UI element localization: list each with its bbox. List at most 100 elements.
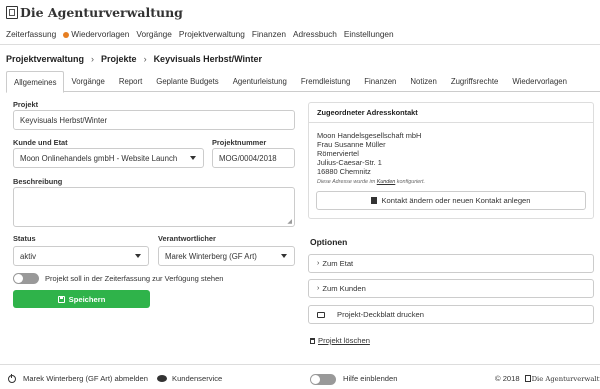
address-note-prefix: Diese Adresse wurde im: [317, 179, 377, 185]
app-title: Die Agenturverwaltung: [20, 5, 183, 20]
notification-dot-icon: [63, 31, 70, 38]
breadcrumb-projekte[interactable]: Projekte: [101, 54, 137, 64]
zum-kunden-label: Zum Kunden: [322, 284, 366, 293]
verantwortlicher-label: Verantwortlicher: [158, 234, 216, 243]
projektnummer-input[interactable]: MOG/0004/2018: [212, 148, 295, 168]
save-button-label: Speichern: [68, 294, 106, 304]
address-contact-panel: Zugeordneter Adresskontakt Moon Handelsg…: [308, 102, 594, 219]
tab-notizen[interactable]: Notizen: [403, 71, 443, 92]
dropdown-caret-icon: [281, 254, 287, 258]
app-header: Die Agenturverwaltung Zeiterfassung Wied…: [0, 0, 600, 46]
tab-fremdleistung[interactable]: Fremdleistung: [294, 71, 357, 92]
top-navigation: Zeiterfassung Wiedervorlagen Vorgänge Pr…: [6, 29, 401, 39]
verantwortlicher-select[interactable]: Marek Winterberg (GF Art): [158, 246, 295, 266]
nav-einstellungen[interactable]: Einstellungen: [344, 29, 394, 39]
chevron-right-icon: ›: [317, 260, 320, 267]
copyright-year: © 2018: [495, 374, 520, 383]
address-book-icon: [371, 197, 378, 204]
projekt-value: Keyvisuals Herbst/Winter: [20, 115, 108, 125]
toggle-knob: [311, 375, 320, 384]
power-icon: [8, 373, 16, 383]
tab-wiedervorlagen[interactable]: Wiedervorlagen: [505, 71, 574, 92]
dropdown-caret-icon: [135, 254, 141, 258]
copyright-text: © 2018 Die Agenturverwaltung: [495, 374, 600, 383]
projekt-label: Projekt: [13, 100, 39, 109]
tab-bar: Allgemeines Vorgänge Report Geplante Bud…: [6, 71, 600, 93]
address-block: Moon Handelsgesellschaft mbH Frau Susann…: [317, 131, 421, 176]
nav-finanzen[interactable]: Finanzen: [252, 29, 286, 39]
nav-zeiterfassung[interactable]: Zeiterfassung: [6, 29, 56, 39]
chevron-right-icon: ›: [91, 54, 95, 64]
kunde-etat-label: Kunde und Etat: [13, 138, 68, 147]
tab-geplante-budgets[interactable]: Geplante Budgets: [149, 71, 225, 92]
breadcrumb-projektverwaltung[interactable]: Projektverwaltung: [6, 54, 84, 64]
beschreibung-label: Beschreibung: [13, 177, 63, 186]
kunden-link[interactable]: Kunden: [377, 179, 396, 185]
change-contact-label: Kontakt ändern oder neuen Kontakt anlege…: [381, 196, 531, 205]
logout-label: Marek Winterberg (GF Art) abmelden: [23, 374, 148, 383]
nav-vorgaenge[interactable]: Vorgänge: [136, 29, 172, 39]
status-value: aktiv: [20, 251, 37, 261]
header-divider: [0, 44, 600, 45]
nav-wiedervorlagen[interactable]: Wiedervorlagen: [63, 29, 129, 39]
zeiterfassung-toggle-label: Projekt soll in der Zeiterfassung zur Ve…: [45, 274, 224, 283]
address-note-suffix: konfiguriert.: [395, 179, 425, 185]
chevron-right-icon: ›: [317, 285, 320, 292]
help-label: Hilfe einblenden: [343, 374, 398, 383]
address-line: Julius-Caesar-Str. 1: [317, 158, 382, 167]
tab-finanzen[interactable]: Finanzen: [357, 71, 403, 92]
footer-brand: Die Agenturverwaltung: [531, 374, 600, 383]
change-contact-button[interactable]: Kontakt ändern oder neuen Kontakt anlege…: [316, 191, 586, 210]
zum-kunden-button[interactable]: › Zum Kunden: [308, 279, 594, 298]
projektnummer-value: MOG/0004/2018: [219, 153, 277, 163]
logout-link[interactable]: Marek Winterberg (GF Art) abmelden: [8, 373, 148, 383]
beschreibung-textarea[interactable]: ◢: [13, 187, 295, 227]
toggle-knob: [14, 274, 23, 283]
print-cover-label: Projekt-Deckblatt drucken: [337, 310, 424, 319]
footer-logo-icon: [524, 375, 531, 382]
breadcrumb-current: Keyvisuals Herbst/Winter: [153, 54, 263, 64]
address-line: Römerviertel: [317, 149, 359, 158]
zeiterfassung-toggle[interactable]: [13, 273, 39, 284]
kundenservice-label: Kundenservice: [172, 374, 223, 383]
logo-icon: [6, 6, 18, 19]
chevron-right-icon: ›: [143, 54, 147, 64]
tab-report[interactable]: Report: [112, 71, 149, 92]
address-note: Diese Adresse wurde im Kunden konfigurie…: [317, 179, 425, 185]
projektnummer-label: Projektnummer: [212, 138, 267, 147]
trash-icon: [310, 338, 315, 344]
nav-wiedervorlagen-label: Wiedervorlagen: [71, 29, 130, 39]
verantwortlicher-value: Marek Winterberg (GF Art): [165, 251, 257, 261]
tab-zugriffsrechte[interactable]: Zugriffsrechte: [444, 71, 506, 92]
help-toggle[interactable]: [310, 374, 336, 385]
breadcrumb: Projektverwaltung › Projekte › Keyvisual…: [6, 54, 262, 64]
tab-agenturleistung[interactable]: Agenturleistung: [226, 71, 294, 92]
delete-project-label: Projekt löschen: [318, 336, 370, 345]
tab-allgemeines[interactable]: Allgemeines: [6, 71, 65, 93]
zum-etat-label: Zum Etat: [322, 259, 354, 268]
address-line: 16880 Chemnitz: [317, 167, 371, 176]
address-line: Moon Handelsgesellschaft mbH: [317, 131, 422, 140]
zum-etat-button[interactable]: › Zum Etat: [308, 254, 594, 273]
printer-icon: [317, 311, 325, 318]
save-button[interactable]: Speichern: [13, 290, 150, 308]
nav-adressbuch[interactable]: Adressbuch: [293, 29, 337, 39]
tab-vorgaenge[interactable]: Vorgänge: [64, 71, 111, 92]
nav-projektverwaltung[interactable]: Projektverwaltung: [179, 29, 245, 39]
kundenservice-link[interactable]: Kundenservice: [157, 374, 222, 383]
resize-handle-icon[interactable]: ◢: [287, 218, 292, 225]
status-select[interactable]: aktiv: [13, 246, 149, 266]
chat-bubble-icon: [157, 375, 167, 382]
projekt-input[interactable]: Keyvisuals Herbst/Winter: [13, 110, 295, 130]
address-line: Frau Susanne Müller: [317, 140, 386, 149]
kunde-etat-select[interactable]: Moon Onlinehandels gmbH - Website Launch: [13, 148, 204, 168]
footer: Marek Winterberg (GF Art) abmelden Kunde…: [0, 364, 600, 389]
delete-project-link[interactable]: Projekt löschen: [310, 336, 370, 345]
panel-title: Zugeordneter Adresskontakt: [309, 103, 593, 123]
print-cover-button[interactable]: Projekt-Deckblatt drucken: [308, 305, 594, 324]
app-logo[interactable]: Die Agenturverwaltung: [6, 5, 183, 20]
save-icon: [57, 295, 65, 303]
status-label: Status: [13, 234, 36, 243]
options-title: Optionen: [310, 237, 348, 247]
kunde-etat-value: Moon Onlinehandels gmbH - Website Launch: [20, 153, 178, 163]
